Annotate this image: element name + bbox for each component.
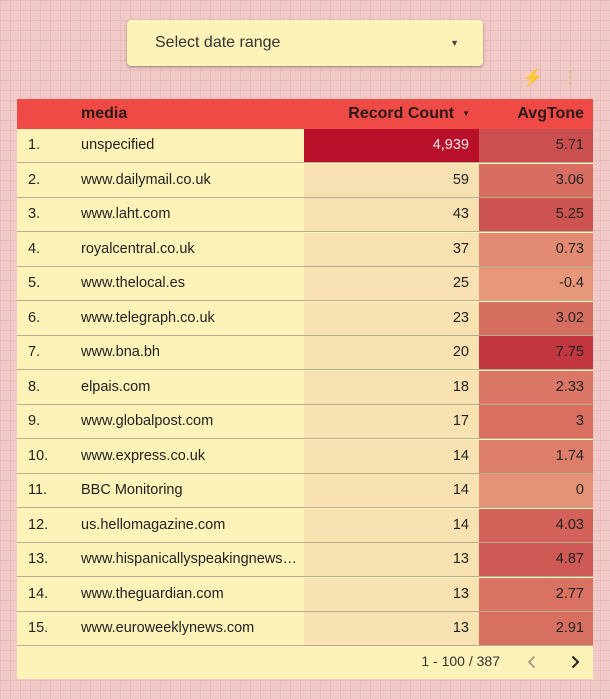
column-header-media[interactable]: media: [81, 99, 127, 129]
row-number: 4.: [28, 240, 41, 257]
avgtone-cell: 2.33: [479, 370, 593, 404]
column-header-record-count-label: Record Count: [348, 105, 455, 122]
record-count-cell: 4,939: [304, 129, 479, 162]
row-number: 9.: [28, 413, 41, 429]
pagination-range: 1 - 100 / 387: [421, 653, 500, 669]
record-count-cell: 13: [304, 543, 479, 576]
record-count-cell: 13: [304, 612, 479, 645]
column-header-record-count[interactable]: Record Count ▼: [348, 99, 470, 129]
media-cell: www.bna.bh: [81, 344, 160, 360]
media-cell: www.telegraph.co.uk: [81, 309, 215, 326]
table-row[interactable]: 12. us.hellomagazine.com 14 4.03: [17, 508, 593, 543]
row-number: 8.: [28, 378, 41, 395]
avgtone-cell: 3: [479, 405, 593, 438]
avgtone-cell: 7.75: [479, 336, 593, 369]
table-row[interactable]: 9. www.globalpost.com 17 3: [17, 405, 593, 439]
record-count-cell: 23: [304, 301, 479, 335]
row-number: 2.: [28, 171, 41, 188]
table-row[interactable]: 6. www.telegraph.co.uk 23 3.02: [17, 301, 593, 336]
record-count-cell: 20: [304, 336, 479, 369]
table-row[interactable]: 1. unspecified 4,939 5.71: [17, 129, 593, 163]
media-cell: www.theguardian.com: [81, 585, 224, 602]
chevron-left-icon[interactable]: [524, 654, 540, 670]
media-cell: www.dailymail.co.uk: [81, 171, 211, 188]
row-number: 13.: [28, 551, 49, 567]
row-number: 15.: [28, 620, 49, 636]
row-number: 12.: [28, 516, 49, 533]
dropdown-arrow-icon: ▼: [450, 38, 459, 48]
avgtone-cell: -0.4: [479, 267, 593, 300]
table-row[interactable]: 2. www.dailymail.co.uk 59 3.06: [17, 163, 593, 198]
record-count-cell: 17: [304, 405, 479, 438]
row-number: 7.: [28, 344, 41, 360]
date-range-label: Select date range: [155, 34, 281, 51]
record-count-cell: 37: [304, 232, 479, 266]
table-row[interactable]: 8. elpais.com 18 2.33: [17, 370, 593, 405]
record-count-cell: 43: [304, 198, 479, 231]
row-number: 10.: [28, 447, 49, 464]
media-cell: www.hispanicallyspeakingnews…: [81, 551, 297, 567]
media-cell: www.euroweeklynews.com: [81, 620, 255, 636]
table-row[interactable]: 15. www.euroweeklynews.com 13 2.91: [17, 612, 593, 646]
record-count-cell: 18: [304, 370, 479, 404]
table-header: media Record Count ▼ AvgTone: [17, 99, 593, 129]
avgtone-cell: 4.03: [479, 508, 593, 542]
more-vert-icon[interactable]: ⋮: [562, 68, 579, 88]
media-cell: us.hellomagazine.com: [81, 516, 226, 533]
avgtone-cell: 2.77: [479, 577, 593, 611]
record-count-cell: 59: [304, 163, 479, 197]
media-cell: unspecified: [81, 137, 155, 153]
row-number: 5.: [28, 275, 41, 291]
table-row[interactable]: 13. www.hispanicallyspeakingnews… 13 4.87: [17, 543, 593, 577]
avgtone-cell: 0.73: [479, 232, 593, 266]
media-cell: www.thelocal.es: [81, 275, 185, 291]
media-cell: BBC Monitoring: [81, 482, 183, 498]
date-range-control[interactable]: Select date range ▼: [127, 20, 483, 66]
avgtone-cell: 0: [479, 474, 593, 507]
media-cell: royalcentral.co.uk: [81, 240, 195, 257]
table-row[interactable]: 5. www.thelocal.es 25 -0.4: [17, 267, 593, 301]
chevron-right-icon[interactable]: [567, 654, 583, 670]
record-count-cell: 25: [304, 267, 479, 300]
avgtone-cell: 4.87: [479, 543, 593, 576]
record-count-cell: 13: [304, 577, 479, 611]
record-count-cell: 14: [304, 508, 479, 542]
media-cell: www.laht.com: [81, 206, 171, 222]
row-number: 11.: [28, 482, 48, 498]
avgtone-cell: 5.25: [479, 198, 593, 231]
sort-descending-icon: ▼: [462, 109, 470, 118]
data-table: media Record Count ▼ AvgTone 1. unspecifie…: [17, 99, 593, 679]
table-row[interactable]: 7. www.bna.bh 20 7.75: [17, 336, 593, 370]
lightning-bolt-icon[interactable]: ⚡: [522, 68, 543, 88]
avgtone-cell: 3.06: [479, 163, 593, 197]
media-cell: www.globalpost.com: [81, 413, 214, 429]
avgtone-cell: 5.71: [479, 129, 593, 162]
row-number: 1.: [28, 137, 41, 153]
table-row[interactable]: 3. www.laht.com 43 5.25: [17, 198, 593, 232]
table-row[interactable]: 4. royalcentral.co.uk 37 0.73: [17, 232, 593, 267]
row-number: 6.: [28, 309, 41, 326]
table-row[interactable]: 14. www.theguardian.com 13 2.77: [17, 577, 593, 612]
row-number: 3.: [28, 206, 41, 222]
table-row[interactable]: 11. BBC Monitoring 14 0: [17, 474, 593, 508]
table-row[interactable]: 10. www.express.co.uk 14 1.74: [17, 439, 593, 474]
pagination: 1 - 100 / 387: [17, 646, 593, 679]
record-count-cell: 14: [304, 474, 479, 507]
record-count-cell: 14: [304, 439, 479, 473]
avgtone-cell: 2.91: [479, 612, 593, 645]
row-number: 14.: [28, 585, 49, 602]
avgtone-cell: 3.02: [479, 301, 593, 335]
avgtone-cell: 1.74: [479, 439, 593, 473]
column-header-avgtone[interactable]: AvgTone: [517, 99, 584, 129]
media-cell: www.express.co.uk: [81, 447, 206, 464]
media-cell: elpais.com: [81, 378, 151, 395]
